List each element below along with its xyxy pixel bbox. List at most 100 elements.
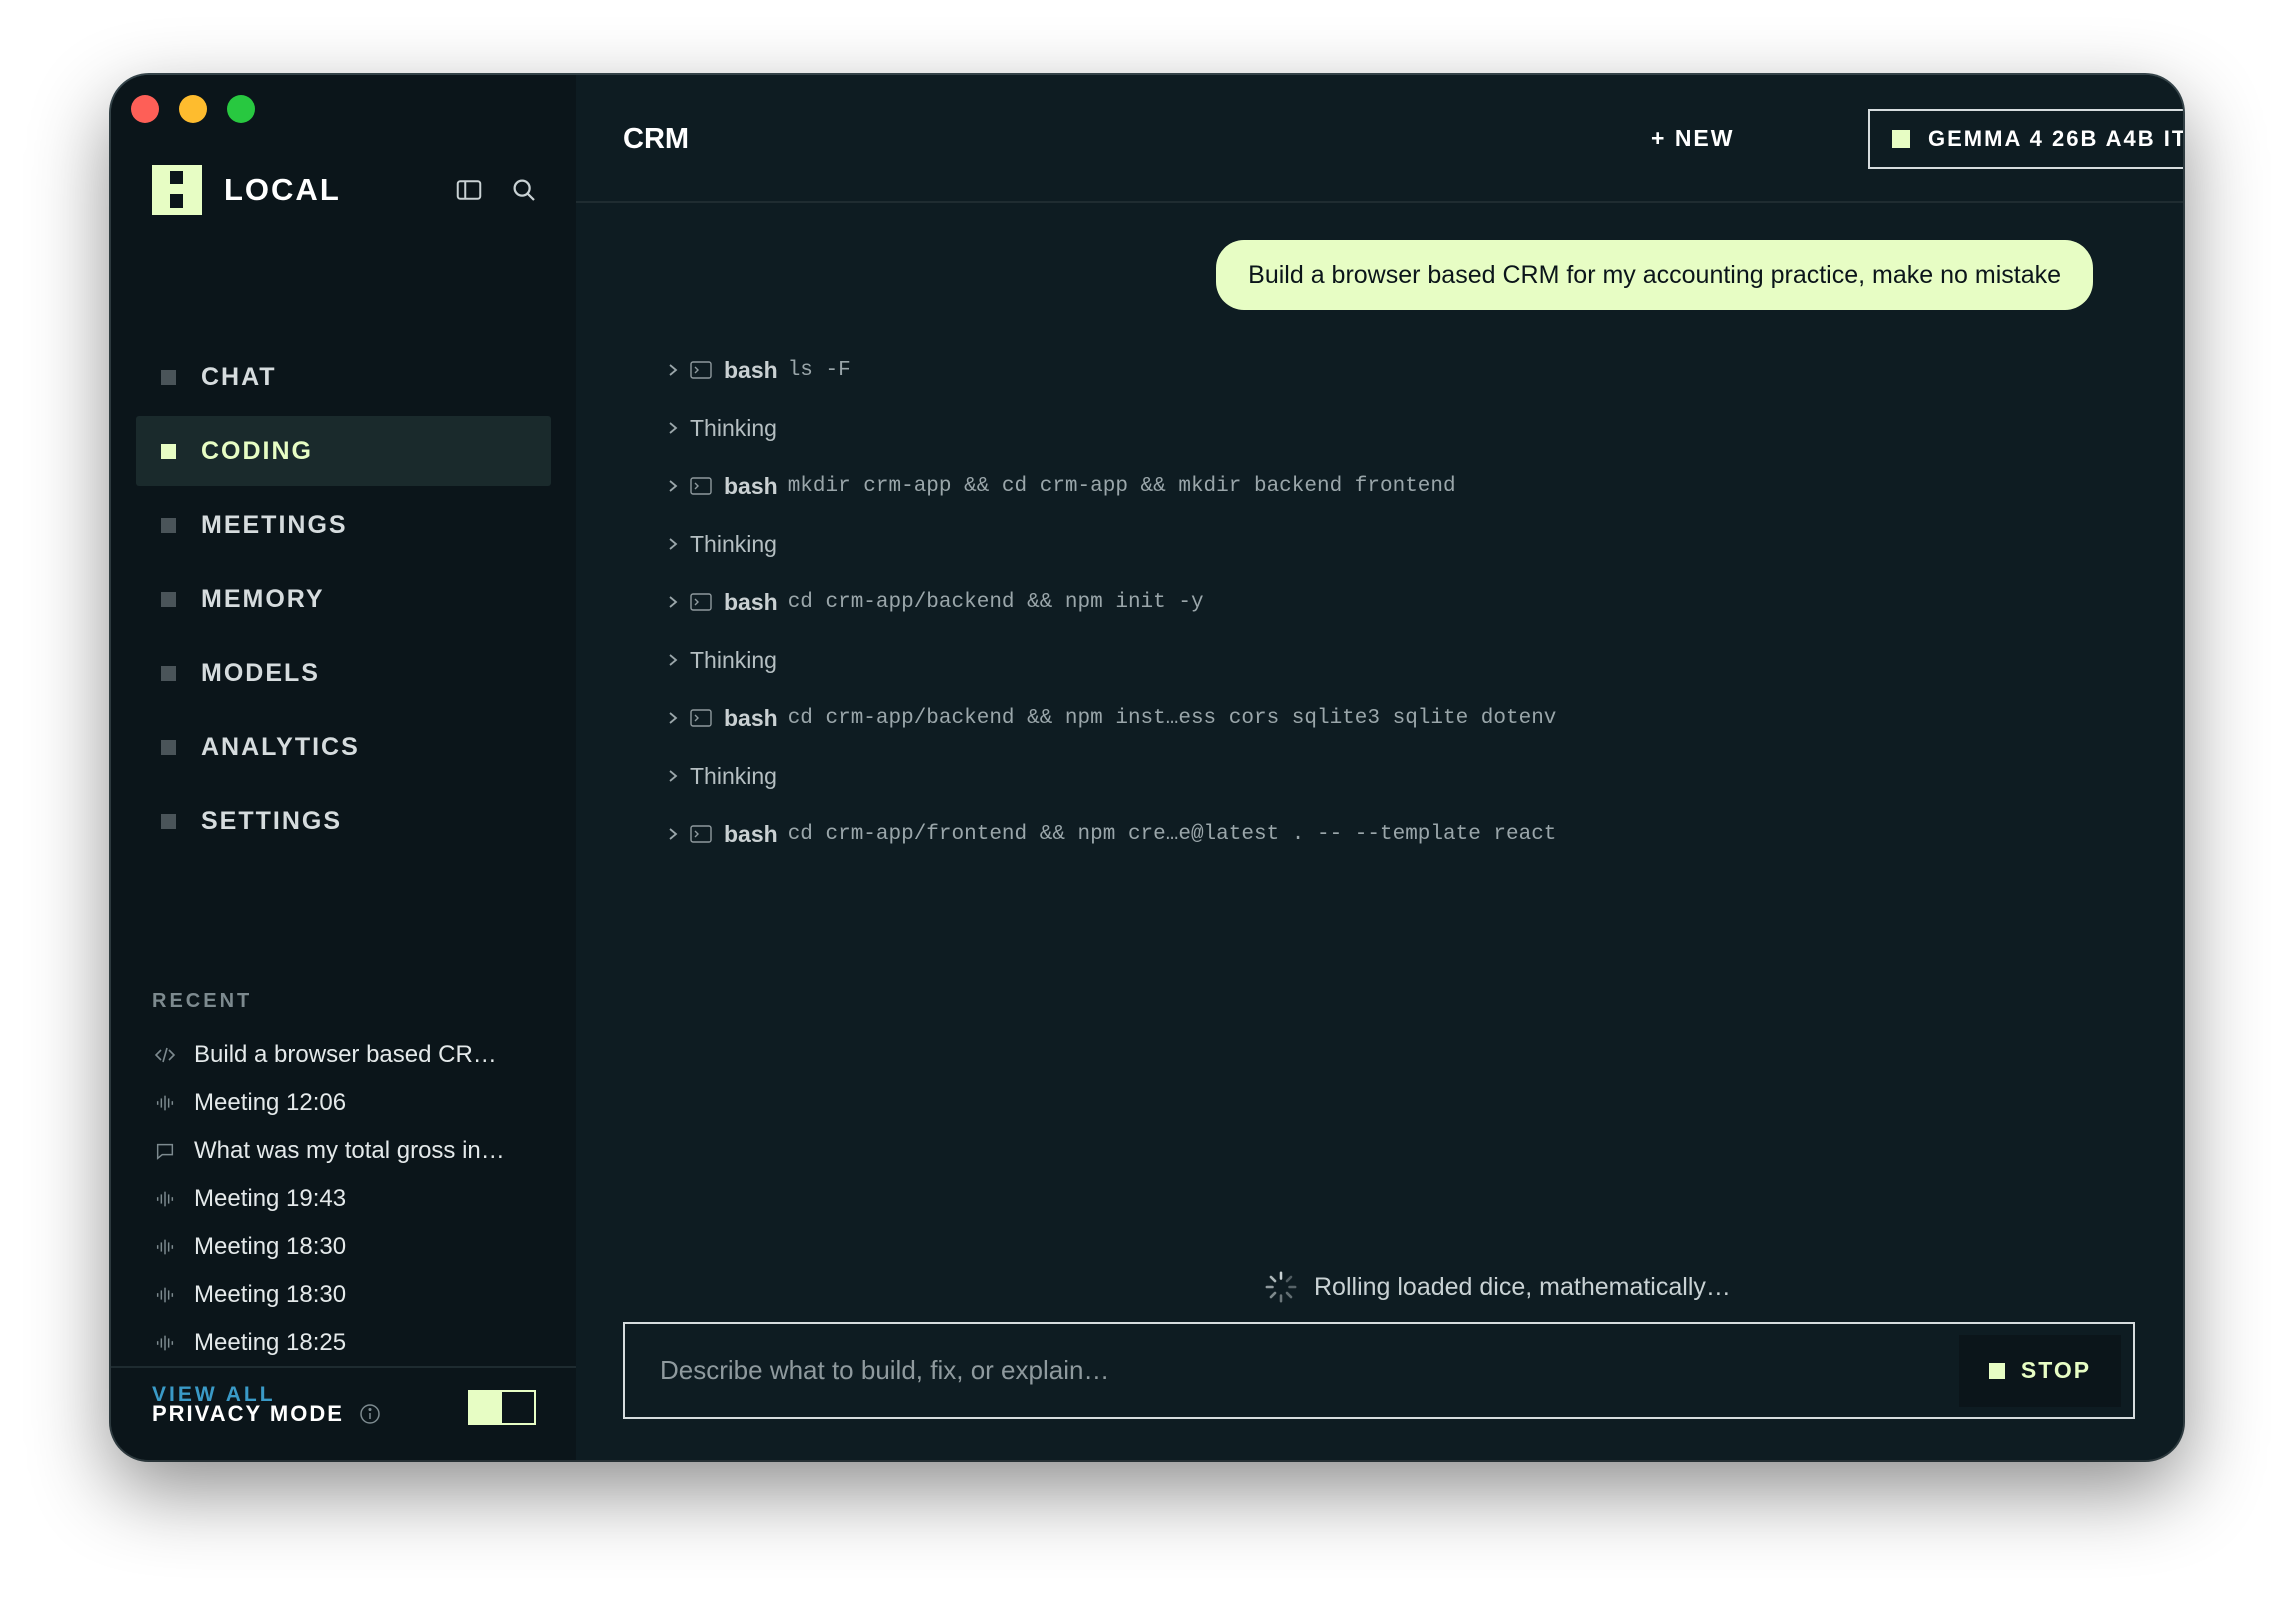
chevron-right-icon	[666, 534, 680, 554]
recent-item-label: Build a browser based CR…	[194, 1041, 497, 1068]
nav-item-memory[interactable]: MEMORY	[136, 564, 551, 634]
recent-item-label: What was my total gross in…	[194, 1137, 505, 1164]
generation-status: Rolling loaded dice, mathematically…	[1264, 1270, 1731, 1304]
bash-keyword: bash	[724, 356, 778, 383]
privacy-mode-toggle[interactable]	[468, 1390, 536, 1425]
recent-item[interactable]: Meeting 18:30	[152, 1271, 552, 1319]
sidebar: LOCAL CHAT CODING MEETINGS MEMORY MODELS…	[111, 75, 576, 1460]
stop-button[interactable]: STOP	[1959, 1334, 2121, 1407]
thinking-step[interactable]: Thinking	[666, 631, 1556, 689]
terminal-icon	[690, 825, 712, 843]
info-icon[interactable]	[358, 1402, 382, 1426]
nav-item-meetings[interactable]: MEETINGS	[136, 490, 551, 560]
nav-item-analytics[interactable]: ANALYTICS	[136, 712, 551, 782]
bash-step[interactable]: bash cd crm-app/backend && npm inst…ess …	[666, 689, 1556, 747]
thinking-step[interactable]: Thinking	[666, 747, 1556, 805]
bash-keyword: bash	[724, 588, 778, 615]
privacy-mode-bar: PRIVACY MODE	[111, 1366, 576, 1460]
minimize-window-button[interactable]	[179, 95, 207, 123]
chevron-right-icon	[666, 766, 680, 786]
waveform-icon	[152, 1186, 178, 1212]
main-nav: CHAT CODING MEETINGS MEMORY MODELS ANALY…	[136, 342, 551, 860]
nav-bullet-icon	[161, 665, 176, 681]
model-label: GEMMA 4 26B A4B IT	[1928, 126, 2183, 151]
bash-step[interactable]: bash mkdir crm-app && cd crm-app && mkdi…	[666, 457, 1556, 515]
waveform-icon	[152, 1234, 178, 1260]
nav-item-label: SETTINGS	[201, 806, 343, 835]
bash-step[interactable]: bash cd crm-app/backend && npm init -y	[666, 573, 1556, 631]
thinking-step[interactable]: Thinking	[666, 515, 1556, 573]
model-selector[interactable]: GEMMA 4 26B A4B IT	[1868, 109, 2183, 169]
agent-activity-log: bash ls -F Thinking bash mkdir crm-app &…	[666, 341, 1556, 863]
nav-bullet-icon	[161, 517, 176, 533]
nav-item-coding[interactable]: CODING	[136, 416, 551, 486]
chevron-right-icon	[666, 650, 680, 670]
bash-keyword: bash	[724, 704, 778, 731]
maximize-window-button[interactable]	[227, 95, 255, 123]
chevron-right-icon	[666, 592, 680, 612]
main-panel: CRM + NEW GEMMA 4 26B A4B IT Build a bro…	[576, 75, 2183, 1460]
toggle-off-segment	[502, 1392, 534, 1423]
thinking-label: Thinking	[690, 414, 777, 441]
bash-command: cd crm-app/frontend && npm cre…e@latest …	[787, 822, 1557, 846]
recent-item[interactable]: Meeting 19:43	[152, 1175, 552, 1223]
page-title: CRM	[623, 123, 690, 155]
privacy-mode-label: PRIVACY MODE	[152, 1401, 344, 1426]
nav-item-label: CHAT	[201, 362, 277, 391]
bash-command: cd crm-app/backend && npm init -y	[787, 590, 1204, 614]
chevron-right-icon	[666, 708, 680, 728]
bash-step[interactable]: bash ls -F	[666, 341, 1556, 399]
chevron-right-icon	[666, 476, 680, 496]
chevron-right-icon	[666, 360, 680, 380]
nav-bullet-icon	[161, 443, 176, 459]
recent-item[interactable]: Build a browser based CR…	[152, 1031, 552, 1079]
nav-item-models[interactable]: MODELS	[136, 638, 551, 708]
recent-item-label: Meeting 12:06	[194, 1089, 347, 1116]
window-controls	[131, 95, 255, 123]
spinner-icon	[1264, 1270, 1298, 1304]
chevron-right-icon	[666, 824, 680, 844]
app-window: LOCAL CHAT CODING MEETINGS MEMORY MODELS…	[111, 75, 2183, 1460]
bash-command: cd crm-app/backend && npm inst…ess cors …	[787, 706, 1557, 730]
prompt-input[interactable]	[625, 1324, 1959, 1417]
terminal-icon	[690, 477, 712, 495]
bash-keyword: bash	[724, 820, 778, 847]
nav-bullet-icon	[161, 591, 176, 607]
thinking-label: Thinking	[690, 762, 777, 789]
brand: LOCAL	[152, 165, 341, 215]
recent-item[interactable]: What was my total gross in…	[152, 1127, 552, 1175]
nav-item-chat[interactable]: CHAT	[136, 342, 551, 412]
new-button[interactable]: + NEW	[1651, 125, 1734, 152]
recent-item-label: Meeting 18:30	[194, 1281, 347, 1308]
status-text: Rolling loaded dice, mathematically…	[1314, 1272, 1731, 1301]
top-bar: CRM + NEW GEMMA 4 26B A4B IT	[576, 75, 2183, 203]
recent-item[interactable]: Meeting 18:25	[152, 1319, 552, 1367]
terminal-icon	[690, 361, 712, 379]
thinking-step[interactable]: Thinking	[666, 399, 1556, 457]
app-logo	[152, 165, 202, 215]
waveform-icon	[152, 1330, 178, 1356]
bash-step[interactable]: bash cd crm-app/frontend && npm cre…e@la…	[666, 805, 1556, 863]
recent-item[interactable]: Meeting 18:30	[152, 1223, 552, 1271]
sidebar-toggle-icon[interactable]	[454, 175, 484, 205]
user-message-bubble: Build a browser based CRM for my account…	[1216, 240, 2093, 310]
bash-keyword: bash	[724, 472, 778, 499]
nav-item-settings[interactable]: SETTINGS	[136, 786, 551, 856]
model-status-icon	[1892, 130, 1910, 148]
waveform-icon	[152, 1282, 178, 1308]
thinking-label: Thinking	[690, 646, 777, 673]
app-name: LOCAL	[224, 172, 341, 207]
nav-item-label: CODING	[201, 436, 313, 465]
bash-command: ls -F	[787, 358, 851, 382]
stop-icon	[1988, 1362, 2005, 1379]
recent-item[interactable]: Meeting 12:06	[152, 1079, 552, 1127]
terminal-icon	[690, 709, 712, 727]
recent-item-label: Meeting 18:25	[194, 1329, 347, 1356]
bash-command: mkdir crm-app && cd crm-app && mkdir bac…	[787, 474, 1456, 498]
search-icon[interactable]	[509, 175, 539, 205]
stop-label: STOP	[2020, 1357, 2092, 1383]
close-window-button[interactable]	[131, 95, 159, 123]
code-icon	[152, 1042, 178, 1068]
nav-item-label: ANALYTICS	[201, 732, 360, 761]
terminal-icon	[690, 593, 712, 611]
